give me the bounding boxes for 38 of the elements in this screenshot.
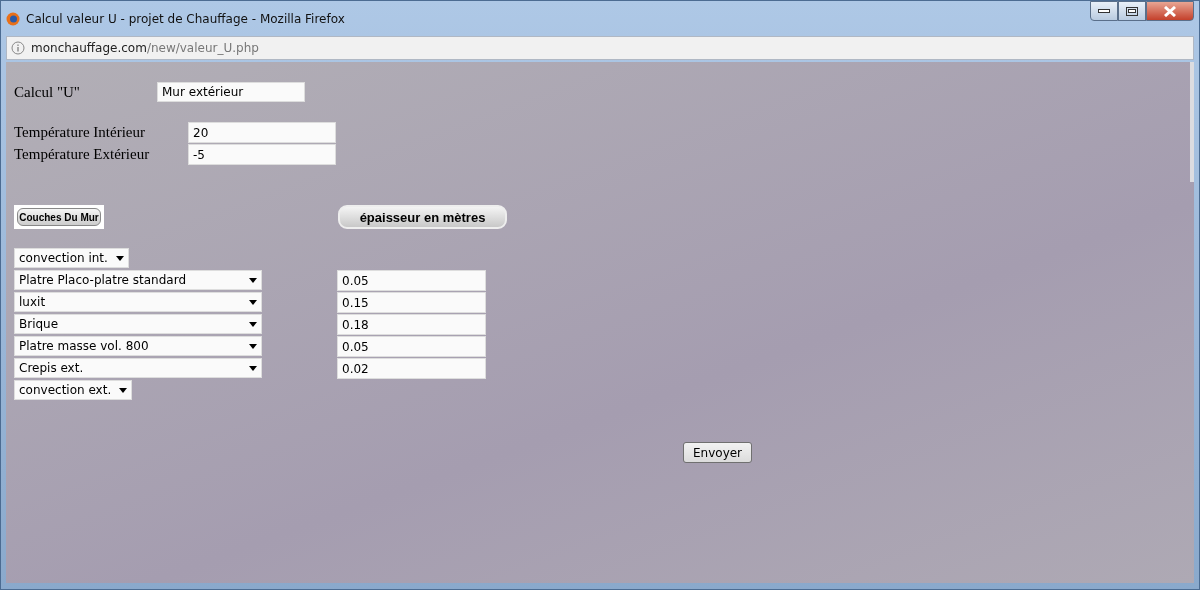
caret-icon xyxy=(249,277,257,283)
caret-icon xyxy=(115,255,124,261)
convection-dropdown[interactable]: convection int. xyxy=(14,248,129,268)
address-bar[interactable]: monchauffage.com/new/valeur_U.php xyxy=(6,36,1194,60)
temperature-label: Température Intérieur xyxy=(14,124,146,141)
convection-dropdown[interactable]: convection ext. xyxy=(14,380,133,400)
thickness-field[interactable]: 0.15 xyxy=(337,292,486,313)
browser-logo-icon xyxy=(6,11,20,26)
material-dropdown[interactable]: Platre Placo-platre standard xyxy=(14,270,262,290)
thickness-field[interactable]: 0.02 xyxy=(337,358,486,379)
caret-icon xyxy=(249,365,257,371)
material-dropdown[interactable]: luxit xyxy=(14,292,262,312)
temperature-field[interactable]: -5 xyxy=(188,144,336,165)
close-button[interactable] xyxy=(1146,1,1194,21)
temperature-label: Température Extérieur xyxy=(14,146,151,163)
thickness-button[interactable]: épaisseur en mètres xyxy=(338,205,507,229)
minimize-icon xyxy=(1098,9,1110,13)
material-dropdown[interactable]: Platre masse vol. 800 xyxy=(14,336,262,356)
wall-name-field[interactable]: Mur extérieur xyxy=(157,82,305,102)
thickness-field[interactable]: 0.05 xyxy=(337,270,486,291)
form-title: Calcul "U" xyxy=(14,83,81,101)
caret-icon xyxy=(249,299,257,305)
thickness-field[interactable]: 0.18 xyxy=(337,314,486,335)
thickness-field[interactable]: 0.05 xyxy=(337,336,486,357)
submit-button[interactable]: Envoyer xyxy=(683,442,753,463)
maximize-button[interactable] xyxy=(1118,1,1146,21)
maximize-icon xyxy=(1126,6,1138,16)
close-icon xyxy=(1163,5,1177,17)
page-url: monchauffage.com/new/valeur_U.php xyxy=(31,41,259,55)
minimize-button[interactable] xyxy=(1090,1,1118,21)
material-dropdown[interactable]: Brique xyxy=(14,314,262,334)
window-title: Calcul valeur U - projet de Chauffage - Mozilla Firefox xyxy=(26,11,345,26)
wall-layers-button[interactable]: Couches Du Mur xyxy=(14,205,104,229)
material-dropdown[interactable]: Crepis ext. xyxy=(14,358,262,378)
caret-icon xyxy=(249,343,257,349)
caret-icon xyxy=(119,387,128,393)
temperature-field[interactable]: 20 xyxy=(188,122,336,143)
caret-icon xyxy=(249,321,257,327)
